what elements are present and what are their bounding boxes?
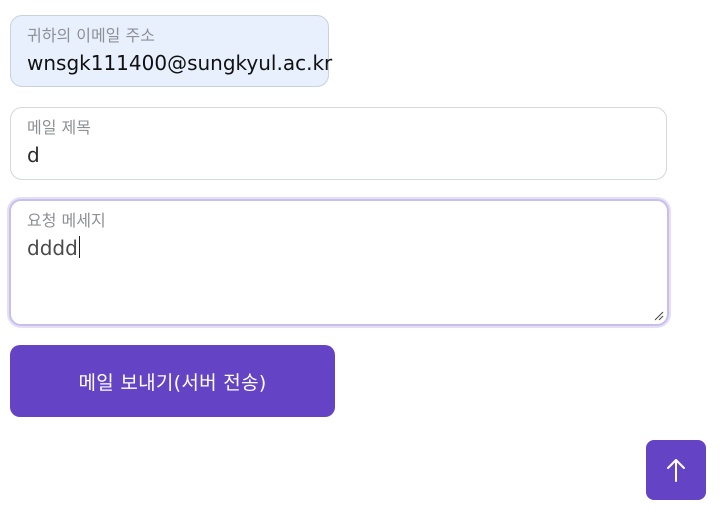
message-textarea[interactable]: 요청 메세지 dddd [9,199,669,326]
message-textarea-label: 요청 메세지 [27,211,106,230]
scroll-to-top-button[interactable] [646,440,706,500]
send-mail-button-label: 메일 보내기(서버 전송) [78,371,267,394]
arrow-up-icon [667,459,685,482]
email-field-value[interactable]: wnsgk111400@sungkyul.ac.kr [27,50,332,76]
send-mail-button[interactable]: 메일 보내기(서버 전송) [10,345,335,417]
message-textarea-value-wrap[interactable]: dddd [27,235,80,261]
subject-field-label: 메일 제목 [27,118,91,137]
subject-field-value[interactable]: d [27,142,40,168]
resize-grip-icon[interactable] [654,311,664,321]
email-field[interactable]: 귀하의 이메일 주소 wnsgk111400@sungkyul.ac.kr [10,15,332,87]
email-field-label: 귀하의 이메일 주소 [27,26,155,45]
subject-field[interactable]: 메일 제목 d [10,107,667,180]
text-caret [78,236,80,258]
contact-form-page: 귀하의 이메일 주소 wnsgk111400@sungkyul.ac.kr 메일… [0,0,727,513]
message-textarea-value: dddd [27,236,78,260]
